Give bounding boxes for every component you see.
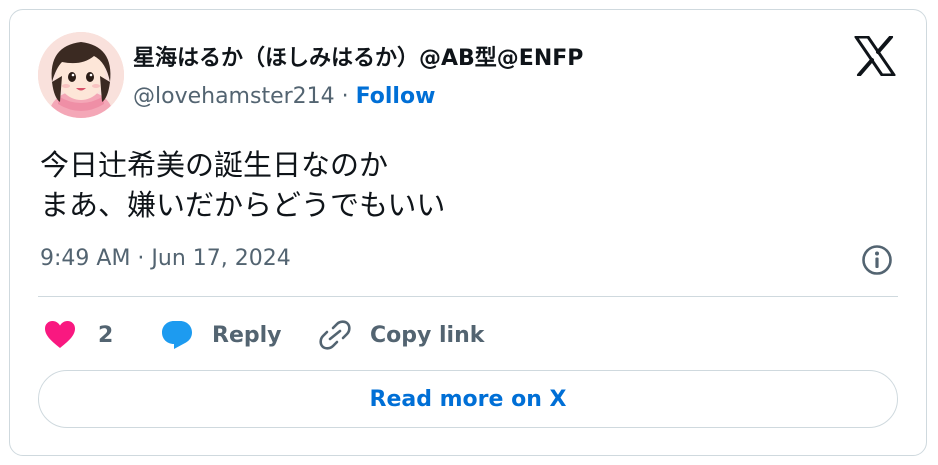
avatar-image — [38, 32, 124, 118]
tweet-timestamp[interactable]: 9:49 AM · Jun 17, 2024 — [40, 246, 291, 271]
x-logo-icon[interactable] — [854, 35, 896, 77]
info-icon[interactable] — [860, 243, 894, 277]
read-more-button[interactable]: Read more on X — [38, 370, 898, 428]
like-count: 2 — [98, 322, 114, 348]
reply-label: Reply — [212, 322, 282, 348]
author-display-name[interactable]: 星海はるか（ほしみはるか）@AB型@ENFP — [133, 40, 583, 72]
author-handle-row: @lovehamster214 · Follow — [133, 84, 435, 109]
follow-button[interactable]: Follow — [356, 84, 436, 109]
reply-bubble-icon — [162, 321, 192, 349]
divider — [38, 296, 898, 297]
tweet-line: 今日辻希美の誕生日なのか — [40, 148, 389, 182]
reply-button[interactable]: Reply — [160, 318, 282, 352]
author-handle[interactable]: @lovehamster214 — [133, 84, 335, 109]
copy-link-button[interactable]: Copy link — [318, 318, 484, 352]
heart-icon — [45, 321, 75, 348]
tweet-line: まあ、嫌いだからどうでもいい — [40, 188, 446, 222]
separator-dot: · — [334, 84, 356, 109]
copy-link-label: Copy link — [370, 322, 485, 348]
link-icon — [319, 320, 351, 350]
avatar[interactable] — [38, 32, 124, 118]
tweet-text: 今日辻希美の誕生日なのか まあ、嫌いだからどうでもいい — [40, 145, 445, 225]
like-button[interactable]: 2 — [44, 318, 113, 352]
